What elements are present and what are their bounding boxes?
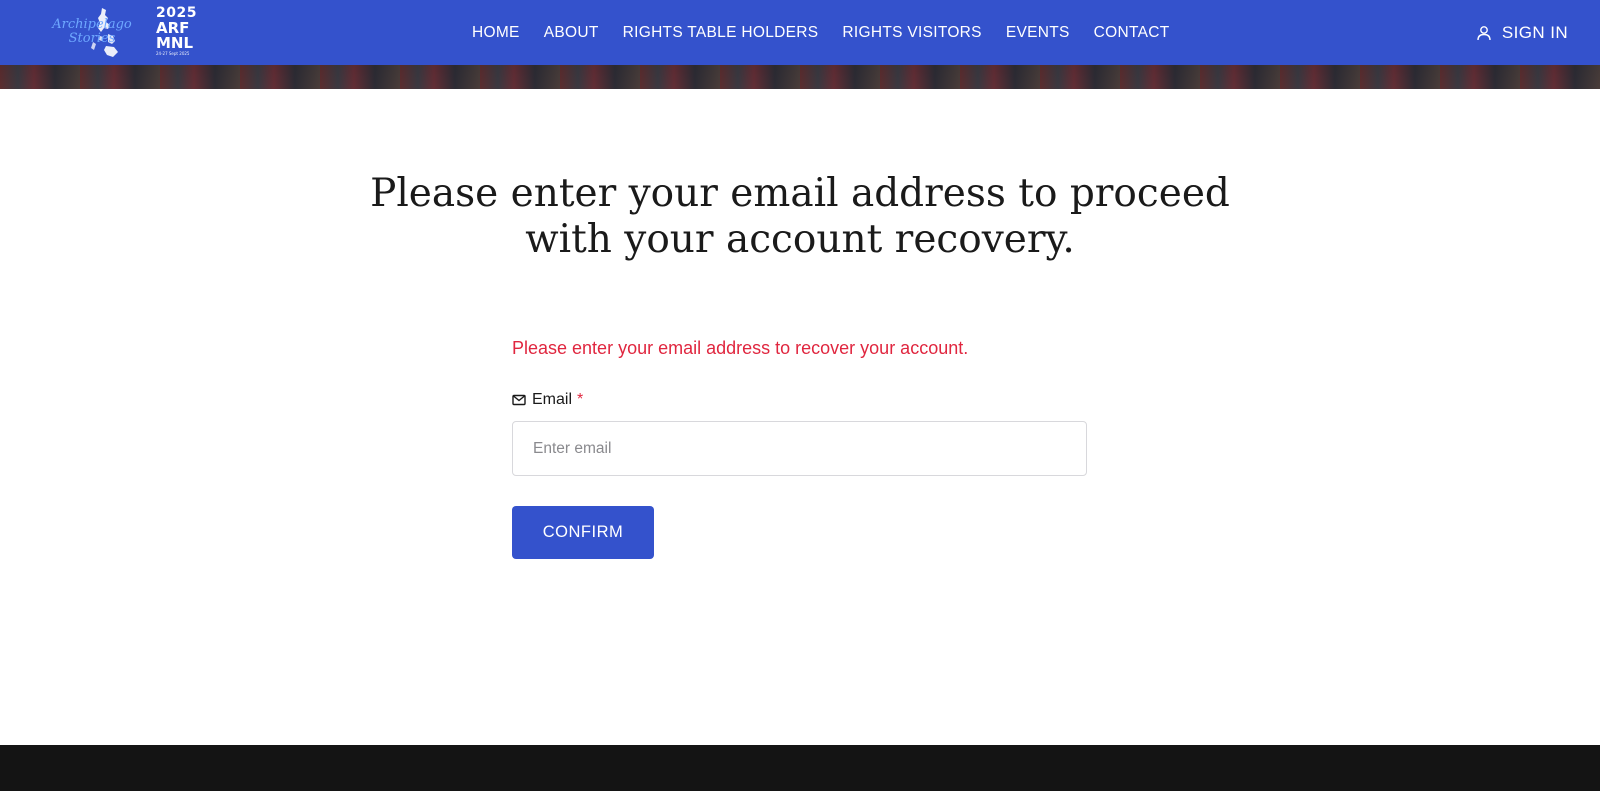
site-logo[interactable]: Archipelago Stories 2025 ARF MNL 24-27 S… — [36, 4, 202, 60]
main-nav: HOME ABOUT RIGHTS TABLE HOLDERS RIGHTS V… — [472, 0, 1194, 65]
required-asterisk: * — [577, 391, 584, 408]
main-content: Please enter your email address to proce… — [0, 89, 1600, 745]
page-title: Please enter your email address to proce… — [370, 171, 1230, 262]
sign-in-label: SIGN IN — [1501, 22, 1568, 42]
top-navbar: Archipelago Stories 2025 ARF MNL 24-27 S… — [0, 0, 1600, 65]
logo-dates: 24-27 Sept 2025 — [156, 51, 190, 56]
envelope-icon — [512, 394, 526, 406]
user-icon — [1477, 25, 1491, 40]
confirm-button[interactable]: CONFIRM — [512, 506, 654, 559]
nav-contact[interactable]: CONTACT — [1094, 24, 1170, 42]
nav-events[interactable]: EVENTS — [1006, 24, 1070, 42]
page-footer — [0, 745, 1600, 791]
hero-banner-strip — [0, 65, 1600, 89]
recovery-notice: Please enter your email address to recov… — [512, 338, 969, 358]
logo-script-text: Archipelago Stories — [52, 17, 132, 46]
nav-rights-visitors[interactable]: RIGHTS VISITORS — [842, 24, 981, 42]
nav-home[interactable]: HOME — [472, 24, 520, 42]
email-label-text: Email — [532, 391, 573, 408]
logo-line-mnl: MNL — [156, 34, 194, 52]
nav-about[interactable]: ABOUT — [544, 24, 599, 42]
email-label: Email * — [512, 391, 583, 409]
sign-in-link[interactable]: SIGN IN — [1476, 0, 1568, 65]
email-field[interactable] — [512, 421, 1087, 476]
logo-wordmark: 2025 ARF MNL 24-27 Sept 2025 — [156, 6, 204, 57]
nav-rights-table-holders[interactable]: RIGHTS TABLE HOLDERS — [623, 24, 819, 42]
